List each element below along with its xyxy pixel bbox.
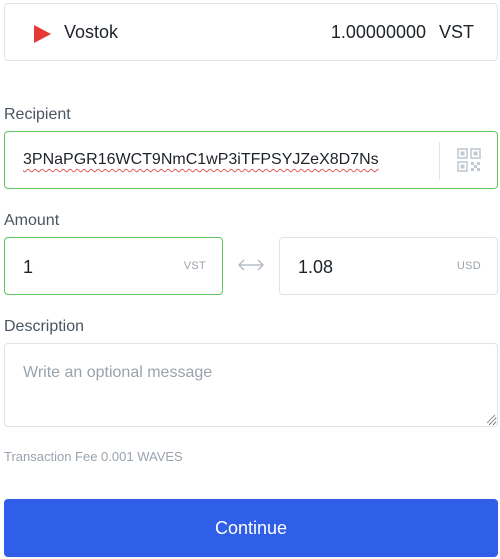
continue-button[interactable]: Continue xyxy=(4,499,498,557)
recipient-label: Recipient xyxy=(4,106,71,123)
recipient-input[interactable]: 3PNaPGR16WCT9NmC1wP3iTFPSYJZeX8D7Ns xyxy=(4,131,498,189)
converted-amount-input[interactable]: 1.08 USD xyxy=(279,237,498,295)
qr-divider xyxy=(439,142,440,180)
converted-amount-value[interactable]: 1.08 xyxy=(298,257,333,278)
transaction-fee: Transaction Fee 0.001 WAVES xyxy=(4,449,183,464)
amount-input[interactable]: 1 VST xyxy=(4,237,223,295)
amount-unit: VST xyxy=(183,260,206,272)
swap-arrows-icon xyxy=(237,259,265,271)
description-textarea[interactable] xyxy=(4,343,498,427)
asset-balance: 1.00000000 xyxy=(330,22,426,42)
amount-label: Amount xyxy=(4,212,60,229)
play-triangle-icon xyxy=(34,25,51,43)
description-label: Description xyxy=(4,318,85,335)
asset-name: Vostok xyxy=(64,22,119,42)
asset-selector[interactable]: Vostok 1.00000000 VST xyxy=(4,3,498,61)
converted-amount-unit: USD xyxy=(456,260,481,272)
qr-code-icon[interactable] xyxy=(457,148,481,172)
asset-ticker: VST xyxy=(438,22,474,42)
recipient-value[interactable]: 3PNaPGR16WCT9NmC1wP3iTFPSYJZeX8D7Ns xyxy=(23,151,379,169)
amount-value[interactable]: 1 xyxy=(23,257,33,278)
